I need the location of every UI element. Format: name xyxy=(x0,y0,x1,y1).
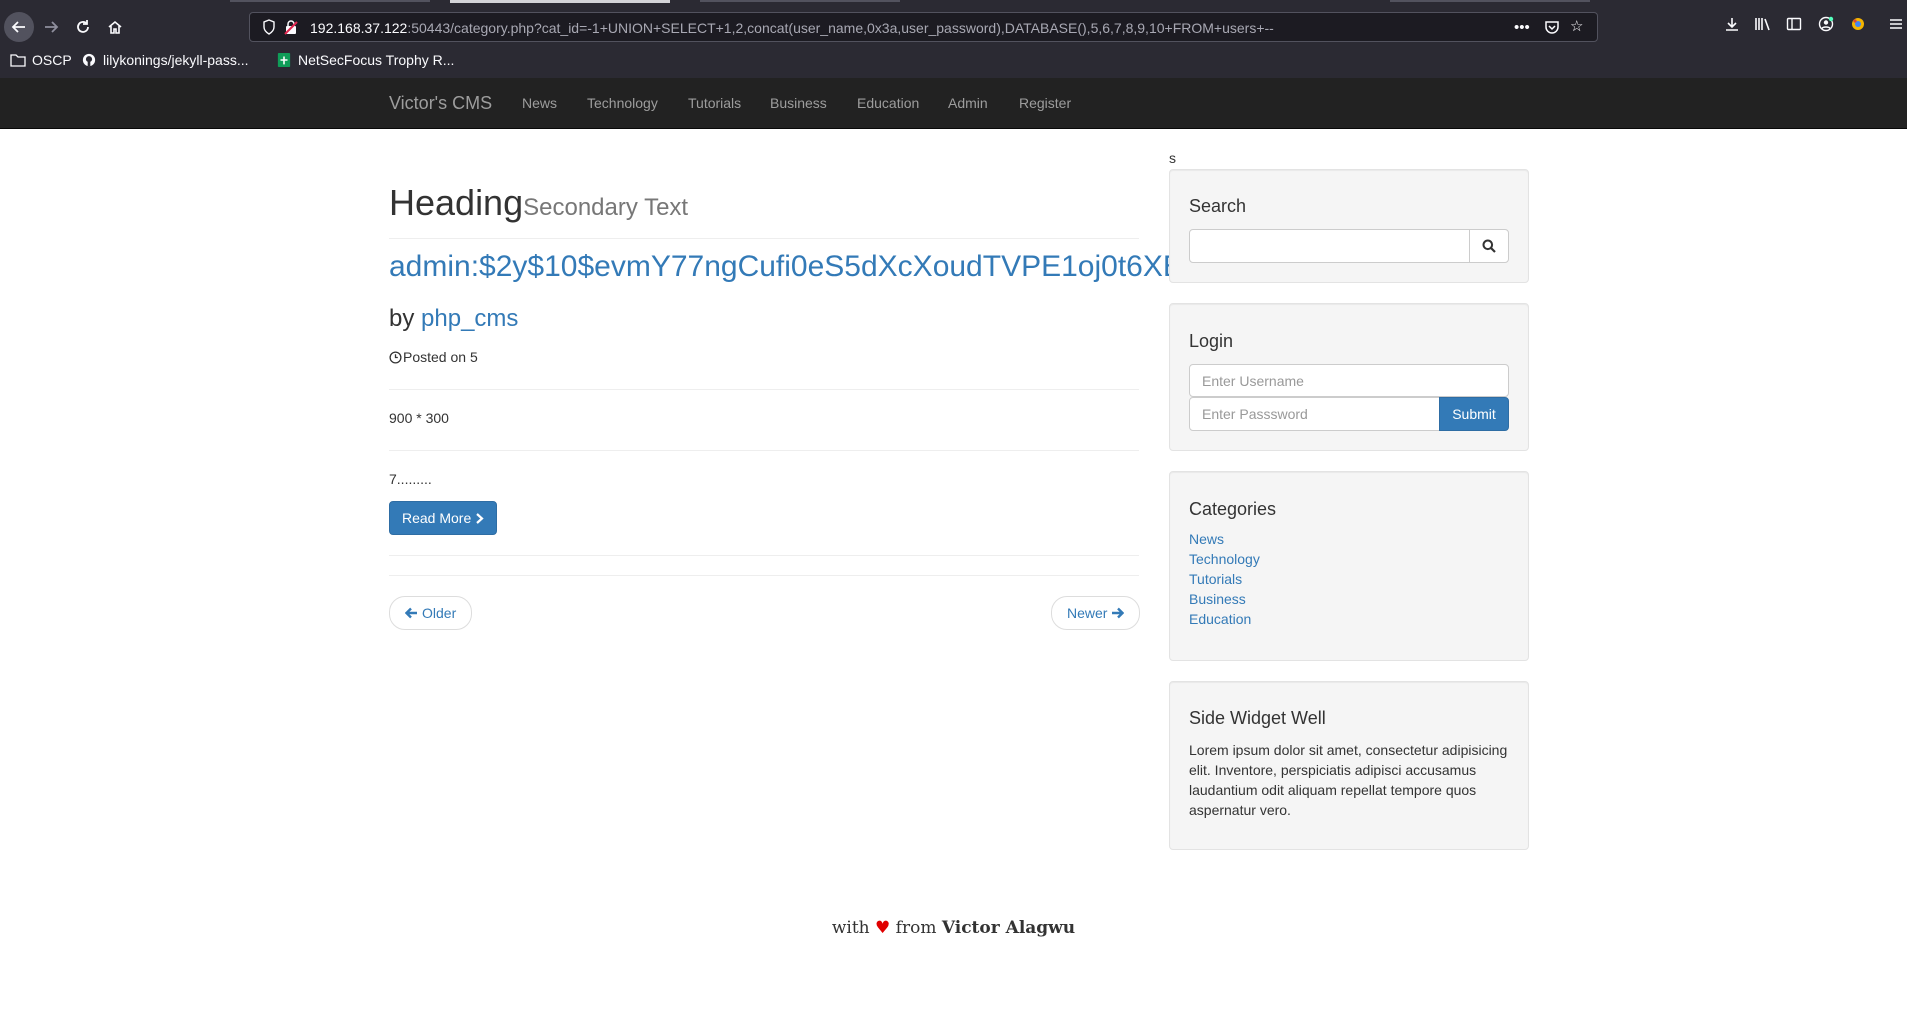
footer-author: Victor Alagwu xyxy=(941,918,1076,938)
nav-education[interactable]: Education xyxy=(857,95,919,111)
read-more-button[interactable]: Read More xyxy=(389,501,498,535)
bookmark-label: OSCP xyxy=(32,52,72,68)
chevron-right-icon xyxy=(476,512,484,524)
divider xyxy=(389,575,1139,576)
reload-icon xyxy=(77,20,89,33)
home-icon xyxy=(108,20,122,34)
login-well: Login Enter Username Enter Passsword Sub… xyxy=(1169,303,1529,451)
categories-title: Categories xyxy=(1189,499,1277,519)
divider xyxy=(389,555,1139,556)
url-text[interactable]: 192.168.37.122:50443/category.php?cat_id… xyxy=(310,20,1274,36)
side-widget-well: Side Widget Well Lorem ipsum dolor sit a… xyxy=(1169,681,1529,850)
arrow-right-icon xyxy=(1112,607,1125,619)
url-host: 192.168.37.122 xyxy=(310,20,408,36)
footer-from: from xyxy=(895,918,937,938)
newer-label: Newer xyxy=(1067,605,1108,621)
folder-icon xyxy=(10,54,26,67)
category-education[interactable]: Education xyxy=(1189,611,1251,627)
bookmark-label: lilykonings/jekyll-pass... xyxy=(103,52,249,68)
reload-button[interactable] xyxy=(68,12,98,42)
by-label: by xyxy=(389,305,415,332)
download-icon[interactable] xyxy=(1724,16,1740,37)
library-icon[interactable] xyxy=(1754,16,1772,37)
site-brand[interactable]: Victor's CMS xyxy=(389,93,492,114)
insecure-lock-icon[interactable] xyxy=(284,19,298,38)
older-button[interactable]: Older xyxy=(389,596,473,630)
password-field[interactable]: Enter Passsword xyxy=(1189,397,1440,431)
forward-button[interactable] xyxy=(36,12,66,42)
page-title: Heading xyxy=(389,182,524,223)
search-icon xyxy=(1482,239,1496,253)
bookmark-label: NetSecFocus Trophy R... xyxy=(298,52,455,68)
bookmark-netsecfocus[interactable]: NetSecFocus Trophy R... xyxy=(276,52,454,68)
search-title: Search xyxy=(1189,196,1247,216)
heart-icon: ♥ xyxy=(875,918,891,938)
post-author: by php_cms xyxy=(389,305,518,333)
sidebar-icon[interactable] xyxy=(1786,16,1802,37)
bookmark-jekyll-pass[interactable]: lilykonings/jekyll-pass... xyxy=(81,52,249,68)
pocket-icon[interactable] xyxy=(1544,19,1560,39)
divider xyxy=(389,450,1139,451)
bookmarks-toolbar: OSCP lilykonings/jekyll-pass... NetSecFo… xyxy=(0,49,1907,75)
category-news[interactable]: News xyxy=(1189,531,1224,547)
tracking-shield-icon[interactable] xyxy=(262,19,276,38)
search-button[interactable] xyxy=(1469,229,1509,263)
newer-button[interactable]: Newer xyxy=(1051,596,1141,630)
search-well: Search xyxy=(1169,169,1529,283)
star-icon[interactable]: ☆ xyxy=(1570,17,1583,35)
more-dots-icon[interactable]: ••• xyxy=(1514,19,1530,36)
extension-icon[interactable] xyxy=(1850,16,1866,37)
github-icon xyxy=(82,53,96,67)
stray-text: s xyxy=(1169,150,1176,166)
home-button[interactable] xyxy=(100,12,130,42)
side-widget-text: Lorem ipsum dolor sit amet, consectetur … xyxy=(1189,742,1508,818)
read-more-label: Read More xyxy=(402,510,472,526)
post-image-placeholder: 900 * 300 xyxy=(389,410,449,426)
submit-button[interactable]: Submit xyxy=(1439,397,1509,431)
author-link[interactable]: php_cms xyxy=(421,305,518,332)
nav-tutorials[interactable]: Tutorials xyxy=(688,95,741,111)
nav-news[interactable]: News xyxy=(522,95,557,111)
post-date: Posted on 5 xyxy=(389,349,478,365)
nav-business[interactable]: Business xyxy=(770,95,827,111)
url-path: :50443/category.php?cat_id=-1+UNION+SELE… xyxy=(407,20,1274,36)
page-subtitle: Secondary Text xyxy=(523,194,689,221)
hamburger-menu-icon[interactable] xyxy=(1888,16,1904,37)
arrow-left-icon xyxy=(405,607,417,619)
category-technology[interactable]: Technology xyxy=(1189,551,1260,567)
older-label: Older xyxy=(422,605,457,621)
categories-well: Categories News Technology Tutorials Bus… xyxy=(1169,471,1529,661)
footer: with ♥ from Victor Alagwu xyxy=(0,918,1907,938)
nav-technology[interactable]: Technology xyxy=(587,95,658,111)
url-bar[interactable]: 192.168.37.122:50443/category.php?cat_id… xyxy=(249,12,1598,42)
post-title-link[interactable]: admin:$2y$10$evmY77ngCufi0eS5dXcXoudTVPE… xyxy=(389,250,1169,284)
page-heading: HeadingSecondary Text xyxy=(389,182,688,224)
site-navbar: Victor's CMS News Technology Tutorials B… xyxy=(0,78,1907,129)
arrow-left-icon xyxy=(11,21,25,33)
footer-with: with xyxy=(831,918,870,938)
username-field[interactable]: Enter Username xyxy=(1189,364,1509,397)
arrow-right-icon xyxy=(45,21,59,33)
category-business[interactable]: Business xyxy=(1189,591,1246,607)
divider xyxy=(389,389,1139,390)
side-widget-title: Side Widget Well xyxy=(1189,708,1326,728)
login-title: Login xyxy=(1189,331,1234,351)
category-tutorials[interactable]: Tutorials xyxy=(1189,571,1242,587)
sheets-icon xyxy=(277,53,291,67)
browser-chrome: 192.168.37.122:50443/category.php?cat_id… xyxy=(0,0,1907,78)
account-icon[interactable] xyxy=(1818,16,1834,37)
search-input[interactable] xyxy=(1189,229,1470,263)
divider xyxy=(389,238,1139,239)
bookmark-oscp[interactable]: OSCP xyxy=(10,52,72,68)
back-button[interactable] xyxy=(4,12,34,42)
nav-admin[interactable]: Admin xyxy=(948,95,988,111)
nav-register[interactable]: Register xyxy=(1019,95,1071,111)
post-excerpt: 7......... xyxy=(389,471,432,487)
post-date-text: Posted on 5 xyxy=(403,349,478,365)
clock-icon xyxy=(389,350,402,364)
